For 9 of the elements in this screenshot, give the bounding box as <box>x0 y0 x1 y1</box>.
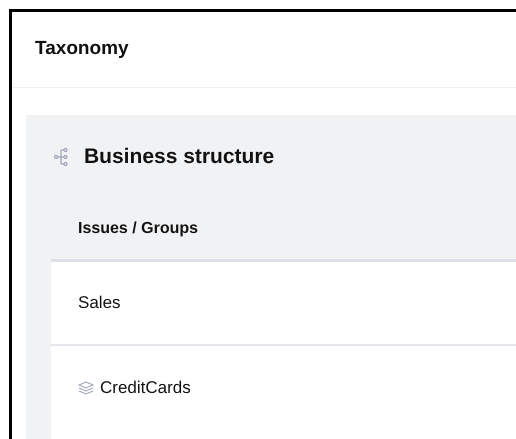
page-title: Taxonomy <box>35 37 129 62</box>
column-header: Issues / Groups <box>78 219 198 239</box>
table-row[interactable]: Sales <box>51 262 516 346</box>
table-row[interactable]: CreditCards <box>51 346 516 430</box>
row-label: CreditCards <box>100 377 191 400</box>
layers-icon <box>78 381 94 395</box>
row-label: Sales <box>78 292 121 314</box>
hierarchy-icon <box>54 147 68 167</box>
section-title: Business structure <box>84 144 274 170</box>
